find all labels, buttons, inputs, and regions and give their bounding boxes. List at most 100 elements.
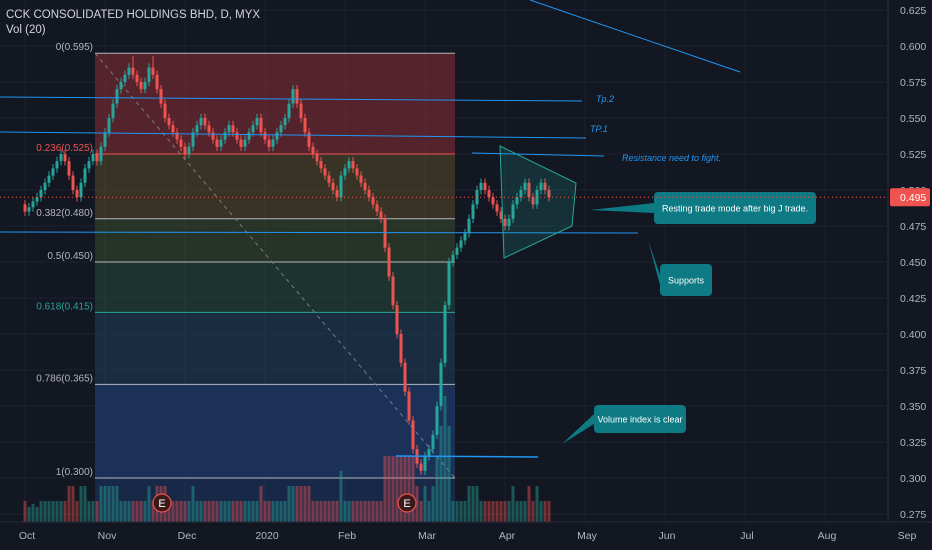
volume-bar [351, 501, 355, 522]
volume-bar [319, 501, 323, 522]
candle-body [419, 463, 423, 471]
earnings-marker[interactable]: E [152, 493, 172, 513]
candle-body [167, 118, 171, 126]
candle-body [387, 247, 391, 277]
volume-bar [531, 501, 535, 522]
candle-body [79, 182, 83, 198]
volume-bar [447, 426, 451, 522]
candle-body [71, 175, 75, 190]
volume-bar [195, 501, 199, 522]
price-tick-label: 0.525 [900, 149, 926, 161]
candle-body [223, 132, 227, 140]
fib-zone [95, 218, 455, 262]
price-tick-label: 0.475 [900, 221, 926, 233]
candle-body [459, 240, 463, 248]
price-axis[interactable]: 0.6250.6000.5750.5500.5250.5000.4750.450… [887, 0, 932, 550]
candle-body [239, 139, 243, 147]
candle-body [115, 89, 119, 104]
volume-bar [323, 501, 327, 522]
volume-bar [139, 501, 143, 522]
candle-body [383, 218, 387, 248]
candle-body [159, 89, 163, 104]
earnings-letter: E [158, 498, 165, 510]
label-tp1: TP.1 [590, 124, 608, 134]
candle-body [163, 103, 167, 118]
candle-body [107, 118, 111, 133]
volume-indicator-label[interactable]: Vol (20) [6, 23, 260, 38]
volume-bar [395, 456, 399, 522]
candle-body [319, 161, 323, 169]
candle-body [51, 168, 55, 176]
time-tick-label: Sep [898, 530, 917, 542]
price-tick-label: 0.550 [900, 113, 926, 125]
volume-bar [259, 486, 263, 522]
volume-bar [279, 501, 283, 522]
candle-body [255, 118, 259, 126]
candle-body [363, 182, 367, 190]
volume-bar [379, 501, 383, 522]
volume-bar [135, 501, 139, 522]
fib-level-label: 1(0.300) [56, 467, 93, 478]
candle-body [119, 82, 123, 90]
candle-body [291, 89, 295, 104]
volume-bar [479, 501, 483, 522]
candle-body [99, 146, 103, 162]
volume-bar [295, 486, 299, 522]
candle-body [427, 449, 431, 457]
candle-body [147, 67, 151, 82]
candle-body [127, 67, 131, 75]
volume-bar [391, 456, 395, 522]
candle-body [431, 434, 435, 450]
volume-level-line[interactable] [395, 455, 539, 458]
candle-body [283, 118, 287, 126]
candle-body [271, 139, 275, 147]
price-chart[interactable]: 0(0.595)0.236(0.525)0.382(0.480)0.5(0.45… [0, 0, 932, 550]
volume-bar [383, 456, 387, 522]
volume-bar [387, 456, 391, 522]
candle-body [463, 233, 467, 241]
volume-bar [487, 501, 491, 522]
upper-trend-line[interactable] [529, 0, 741, 73]
volume-bar [31, 504, 35, 522]
candle-body [211, 132, 215, 140]
volume-bar [243, 501, 247, 522]
candle-body [231, 125, 235, 133]
volume-bar [187, 501, 191, 522]
earnings-letter: E [403, 498, 410, 510]
volume-bar [451, 501, 455, 522]
volume-bar [299, 486, 303, 522]
price-tick-label: 0.575 [900, 77, 926, 89]
volume-bar [131, 501, 135, 522]
candle-body [263, 132, 267, 140]
volume-bar [411, 456, 415, 522]
candle-body [203, 118, 207, 126]
candle-body [187, 146, 191, 154]
candle-body [471, 204, 475, 219]
volume-bar [315, 501, 319, 522]
volume-bar [467, 486, 471, 522]
volume-bar [123, 501, 127, 522]
symbol-title[interactable]: CCK CONSOLIDATED HOLDINGS BHD, D, MYX [6, 8, 260, 23]
volume-bar [483, 501, 487, 522]
volume-bar [55, 501, 59, 522]
time-axis[interactable]: Oct Nov Dec 2020 Feb Mar Apr May Jun Jul Aug Sep [0, 521, 932, 550]
volume-bar [215, 501, 219, 522]
candle-body [83, 168, 87, 183]
volume-bar [423, 486, 427, 522]
volume-bar [519, 501, 523, 522]
candle-body [47, 175, 51, 183]
fib-level-label: 0.382(0.480) [36, 208, 93, 219]
label-resistance: Resistance need to fight. [622, 153, 721, 163]
price-tick-label: 0.325 [900, 437, 926, 449]
volume-bar [511, 486, 515, 522]
candle-body [39, 190, 43, 198]
volume-bar [507, 501, 511, 522]
candle-body [351, 161, 355, 169]
volume-bar [119, 501, 123, 522]
volume-bar [347, 501, 351, 522]
candle-body [495, 204, 499, 212]
earnings-marker[interactable]: E [397, 493, 417, 513]
candle-body [491, 197, 495, 205]
triangle-pattern[interactable] [499, 145, 577, 259]
candle-body [171, 125, 175, 133]
